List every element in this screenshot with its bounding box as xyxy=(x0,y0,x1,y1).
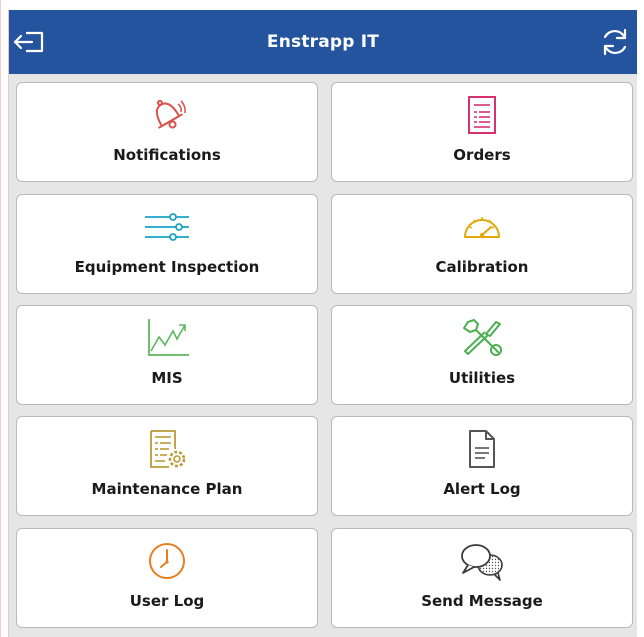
tile-alert-log[interactable]: Alert Log xyxy=(331,416,633,516)
menu-grid: Notifications Orders Equipment Inspectio… xyxy=(9,82,637,637)
app-header: Enstrapp IT xyxy=(9,10,637,74)
tile-calibration[interactable]: Calibration xyxy=(331,194,633,294)
bell-icon xyxy=(143,95,191,135)
line-chart-icon xyxy=(143,318,191,358)
plan-gear-icon xyxy=(143,429,191,469)
gauge-icon xyxy=(458,207,506,247)
chat-bubbles-icon xyxy=(458,541,506,581)
sliders-icon xyxy=(143,207,191,247)
tile-maintenance-plan[interactable]: Maintenance Plan xyxy=(16,416,318,516)
tile-label: Orders xyxy=(453,146,511,164)
tile-orders[interactable]: Orders xyxy=(331,82,633,182)
clock-icon xyxy=(143,541,191,581)
logout-button[interactable] xyxy=(11,24,47,60)
tools-icon xyxy=(458,318,506,358)
tile-send-message[interactable]: Send Message xyxy=(331,528,633,628)
tile-mis[interactable]: MIS xyxy=(16,305,318,405)
tile-label: Send Message xyxy=(421,592,543,610)
tile-user-log[interactable]: User Log xyxy=(16,528,318,628)
app-screen: Enstrapp IT Notifications Orders Equipme… xyxy=(8,10,637,637)
tile-label: Alert Log xyxy=(443,480,521,498)
tile-label: Utilities xyxy=(448,369,516,387)
tile-label: Equipment Inspection xyxy=(74,258,260,276)
tile-label: Calibration xyxy=(435,258,529,276)
tile-equipment-inspection[interactable]: Equipment Inspection xyxy=(16,194,318,294)
tile-label: Notifications xyxy=(113,146,221,164)
document-list-icon xyxy=(458,95,506,135)
tile-label: Maintenance Plan xyxy=(91,480,243,498)
logout-icon xyxy=(13,31,44,53)
tile-utilities[interactable]: Utilities xyxy=(331,305,633,405)
refresh-icon xyxy=(603,28,627,56)
tile-label: MIS xyxy=(151,369,183,387)
tile-notifications[interactable]: Notifications xyxy=(16,82,318,182)
left-border-line xyxy=(0,0,1,637)
tile-label: User Log xyxy=(129,592,205,610)
app-title: Enstrapp IT xyxy=(266,32,380,52)
refresh-button[interactable] xyxy=(597,24,633,60)
file-icon xyxy=(458,429,506,469)
